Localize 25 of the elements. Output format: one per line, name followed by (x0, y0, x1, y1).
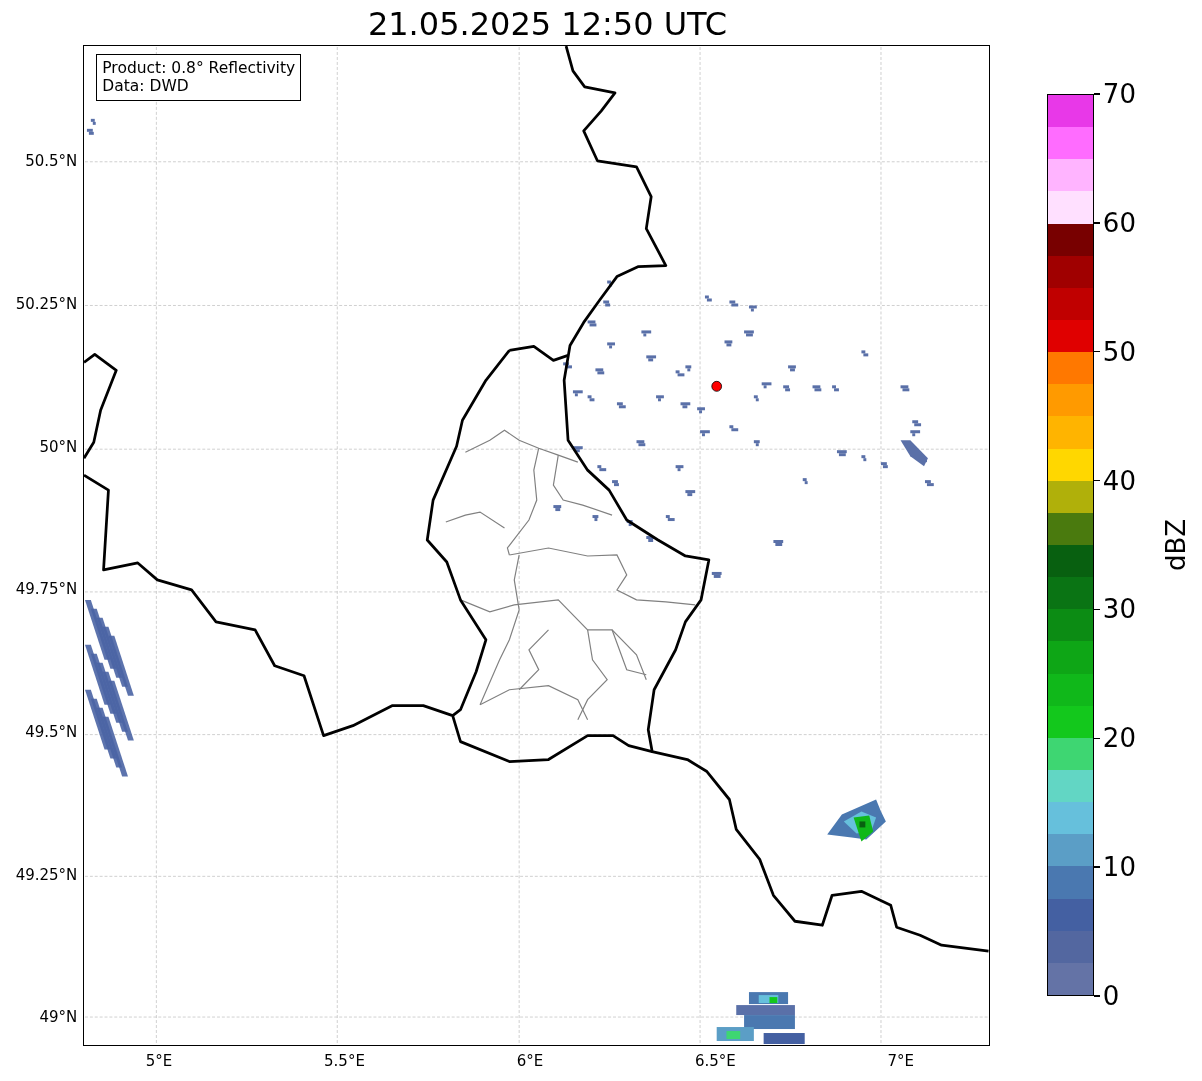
colorbar-label: dBZ (1160, 518, 1191, 572)
longitude-label: 7°E (887, 1052, 915, 1070)
latitude-label: 49.25°N (15, 865, 78, 884)
longitude-label: 5.5°E (324, 1052, 365, 1070)
colorbar-tick-label: 10 (1102, 853, 1136, 882)
chart-title: 21.05.2025 12:50 UTC (367, 5, 728, 43)
longitude-label: 6.5°E (694, 1052, 736, 1070)
colorbar-tick-label: 50 (1102, 337, 1136, 366)
longitude-label: 5°E (145, 1052, 173, 1070)
colorbar-tick-label: 0 (1102, 982, 1120, 1010)
colorbar-tick-label: 40 (1102, 466, 1136, 495)
legend-text: Product: 0.8° Reflectivity (102, 59, 296, 77)
legend-text: Data: DWD (102, 77, 190, 95)
latitude-label: 49.75°N (15, 580, 78, 599)
latitude-label: 50.25°N (15, 294, 78, 313)
colorbar-tick-label: 70 (1102, 80, 1136, 108)
latitude-label: 49°N (39, 1008, 78, 1027)
latitude-label: 50°N (39, 437, 78, 456)
latitude-label: 50.5°N (25, 152, 78, 170)
colorbar-tick-label: 60 (1102, 208, 1136, 237)
colorbar-tick-label: 20 (1102, 724, 1136, 753)
latitude-label: 49.5°N (25, 723, 78, 741)
longitude-label: 6°E (516, 1052, 544, 1070)
radar-site-marker (711, 380, 723, 392)
colorbar-tick-label: 30 (1102, 595, 1136, 624)
